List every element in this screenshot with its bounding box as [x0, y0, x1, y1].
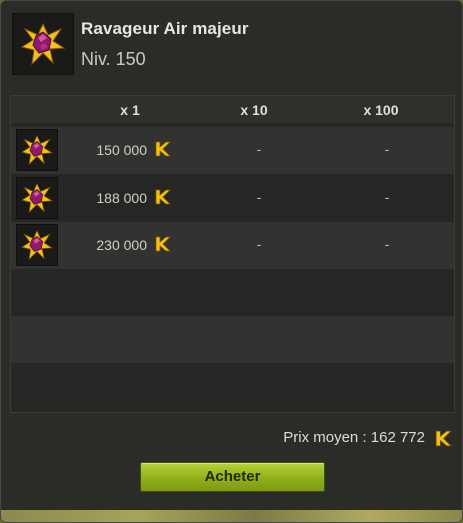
item-icon [16, 129, 58, 171]
table-row[interactable]: 230 000 - - [11, 222, 454, 269]
average-price: Prix moyen : 162 772 [283, 429, 425, 446]
ravageur-gem-icon [21, 134, 53, 166]
table-row[interactable]: 150 000 - - [11, 127, 454, 174]
price-x1[interactable]: 230 000 [73, 237, 147, 253]
price-x10[interactable]: - [249, 141, 269, 157]
kama-icon [155, 189, 171, 205]
item-icon [16, 224, 58, 266]
item-icon [12, 13, 74, 75]
price-x100[interactable]: - [377, 236, 397, 252]
price-table: x 1 x 10 x 100 150 000 - - 188 000 - - 2… [10, 95, 455, 413]
empty-row [11, 316, 454, 363]
price-x10[interactable]: - [249, 236, 269, 252]
item-icon [16, 177, 58, 219]
price-x100[interactable]: - [377, 141, 397, 157]
ravageur-gem-icon [21, 182, 53, 214]
table-row[interactable]: 188 000 - - [11, 175, 454, 222]
empty-row [11, 269, 454, 316]
ravageur-gem-icon [21, 229, 53, 261]
kama-icon [155, 236, 171, 252]
header-x10: x 10 [240, 102, 268, 118]
item-price-panel: Ravageur Air majeur Niv. 150 x 1 x 10 x … [0, 0, 463, 523]
background-scenery [1, 510, 462, 522]
kama-icon [155, 141, 171, 157]
table-header: x 1 x 10 x 100 [11, 96, 454, 123]
empty-row [11, 363, 454, 412]
header-x100: x 100 [363, 102, 399, 118]
price-x1[interactable]: 188 000 [73, 190, 147, 206]
kama-icon [435, 430, 452, 447]
item-level: Niv. 150 [81, 49, 146, 69]
header-x1: x 1 [120, 102, 140, 118]
price-x100[interactable]: - [377, 189, 397, 205]
price-x10[interactable]: - [249, 189, 269, 205]
price-x1[interactable]: 150 000 [73, 142, 147, 158]
item-name: Ravageur Air majeur [81, 19, 249, 38]
buy-button[interactable]: Acheter [140, 462, 325, 492]
ravageur-gem-icon [20, 22, 66, 66]
